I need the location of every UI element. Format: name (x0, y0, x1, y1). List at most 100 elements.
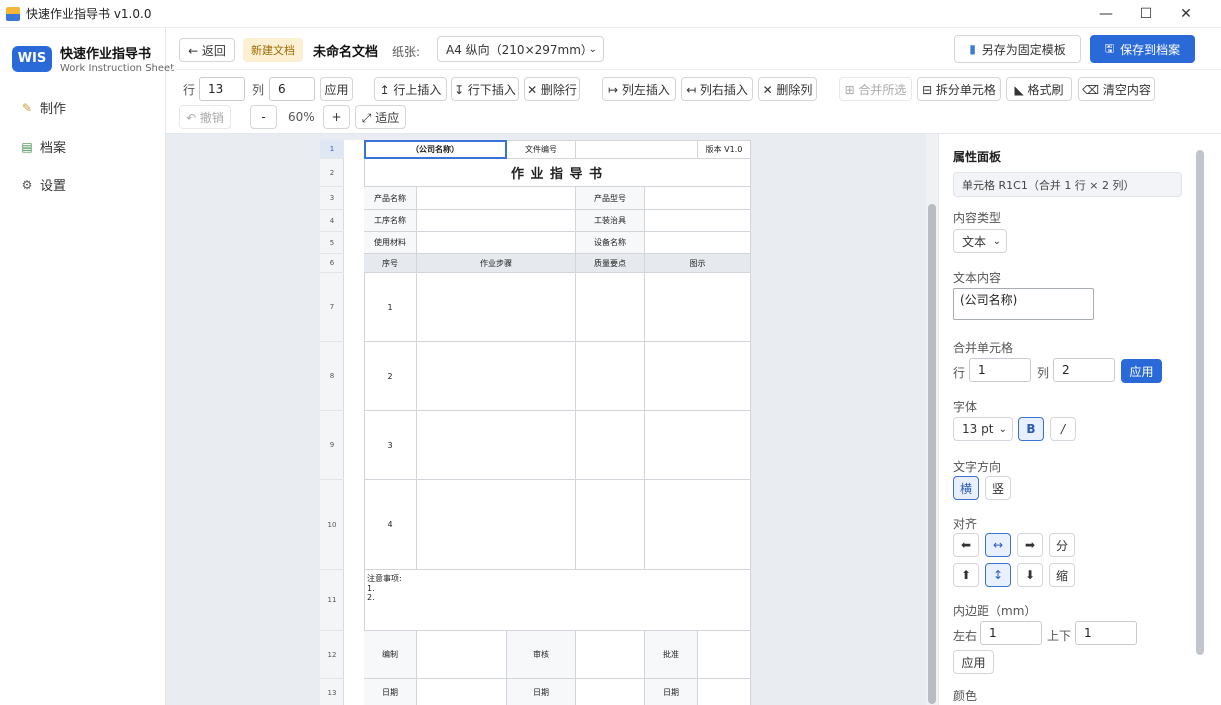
paper-select[interactable]: A4 纵向（210×297mm） ⌄ (437, 36, 604, 62)
format-painter-button[interactable]: ◣ 格式刷 (1006, 77, 1072, 101)
insert-col-right-button[interactable]: ↤ 列右插入 (681, 77, 753, 101)
cell-material-label[interactable]: 使用材料 (364, 232, 417, 254)
delete-col-button[interactable]: ✕ 删除列 (758, 77, 817, 101)
row-number[interactable]: 12 (320, 631, 344, 679)
row-number[interactable]: 3 (320, 187, 344, 210)
cell-step-no[interactable]: 4 (364, 480, 417, 570)
cell-equipment[interactable] (645, 232, 751, 254)
align-center-button[interactable]: ↔ (985, 533, 1011, 557)
sidebar-item-make[interactable]: ✎ 制作 (20, 98, 66, 118)
row-number[interactable]: 8 (320, 342, 344, 411)
row-number[interactable]: 1 (320, 140, 344, 159)
maximize-button[interactable]: ☐ (1126, 0, 1166, 28)
valign-top-button[interactable]: ⬆ (953, 563, 979, 587)
cell-review[interactable] (576, 631, 645, 679)
cell-notes[interactable]: 注意事项: 1. 2. (364, 570, 751, 631)
cell-date[interactable] (698, 679, 751, 705)
cell-fixture-label[interactable]: 工装治具 (576, 210, 645, 232)
cell-product-model[interactable] (645, 187, 751, 210)
cell-quality[interactable] (576, 480, 645, 570)
font-size-select[interactable]: 13 pt ⌄ (953, 417, 1013, 441)
canvas-scrollbar-thumb[interactable] (928, 204, 936, 704)
text-content-input[interactable]: (公司名称) (953, 288, 1094, 320)
insert-row-above-button[interactable]: ↥ 行上插入 (374, 77, 447, 101)
cell-diagram[interactable] (645, 411, 751, 480)
cell-step[interactable] (417, 273, 576, 342)
zoom-in-button[interactable]: + (323, 105, 350, 129)
cell-diagram[interactable] (645, 342, 751, 411)
cell-equipment-label[interactable]: 设备名称 (576, 232, 645, 254)
undo-button[interactable]: ↶ 撤销 (179, 105, 231, 129)
merge-cells-button[interactable]: ⊞ 合并所选 (839, 77, 912, 101)
save-template-button[interactable]: ▮ 另存为固定模板 (954, 35, 1081, 63)
cell-date[interactable] (417, 679, 507, 705)
save-archive-button[interactable]: 🖫 保存到档案 (1090, 35, 1195, 63)
cell-header-step[interactable]: 作业步骤 (417, 254, 576, 273)
row-number[interactable]: 4 (320, 210, 344, 232)
row-number[interactable]: 10 (320, 480, 344, 570)
row-number[interactable]: 11 (320, 570, 344, 631)
cell-header-no[interactable]: 序号 (364, 254, 417, 273)
content-type-select[interactable]: 文本 ⌄ (953, 229, 1007, 253)
cell-product-name[interactable] (417, 187, 576, 210)
cell-approve[interactable] (698, 631, 751, 679)
cell-date[interactable] (576, 679, 645, 705)
row-number[interactable]: 5 (320, 232, 344, 254)
minimize-button[interactable]: — (1086, 0, 1126, 28)
col-count-input[interactable]: 6 (269, 77, 315, 101)
sheet-canvas[interactable]: 1 2 3 4 5 6 7 8 9 10 11 12 13 （公司名称） 文件编… (166, 134, 926, 705)
cell-step-no[interactable]: 3 (364, 411, 417, 480)
cell-quality[interactable] (576, 411, 645, 480)
merge-col-input[interactable]: 2 (1053, 358, 1115, 382)
zoom-out-button[interactable]: - (250, 105, 277, 129)
cell-header-quality[interactable]: 质量要点 (576, 254, 645, 273)
padding-lr-input[interactable]: 1 (980, 621, 1042, 645)
align-distribute-button[interactable]: 分 (1049, 533, 1075, 557)
cell-product-model-label[interactable]: 产品型号 (576, 187, 645, 210)
clear-content-button[interactable]: ⌫ 清空内容 (1078, 77, 1155, 101)
cell-date-label[interactable]: 日期 (507, 679, 576, 705)
back-button[interactable]: ← 返回 (179, 38, 235, 62)
padding-apply-button[interactable]: 应用 (953, 650, 994, 674)
insert-col-left-button[interactable]: ↦ 列左插入 (602, 77, 676, 101)
cell-prepare[interactable] (417, 631, 507, 679)
cell-process-name-label[interactable]: 工序名称 (364, 210, 417, 232)
direction-vertical-button[interactable]: 竖 (985, 476, 1011, 500)
align-right-button[interactable]: ➡ (1017, 533, 1043, 557)
sidebar-item-archive[interactable]: ▤ 档案 (20, 137, 66, 157)
cell-step-no[interactable]: 1 (364, 273, 417, 342)
cell-step[interactable] (417, 342, 576, 411)
row-number[interactable]: 13 (320, 679, 344, 705)
cell-material[interactable] (417, 232, 576, 254)
cell-review-label[interactable]: 审核 (507, 631, 576, 679)
apply-size-button[interactable]: 应用 (320, 77, 353, 101)
cell-step[interactable] (417, 411, 576, 480)
row-number[interactable]: 9 (320, 411, 344, 480)
shrink-to-fit-button[interactable]: 缩 (1049, 563, 1075, 587)
cell-quality[interactable] (576, 273, 645, 342)
cell-sheet-title[interactable]: 作 业 指 导 书 (364, 159, 751, 187)
sidebar-item-settings[interactable]: ⚙ 设置 (20, 175, 66, 195)
align-left-button[interactable]: ⬅ (953, 533, 979, 557)
cell-process-name[interactable] (417, 210, 576, 232)
merge-apply-button[interactable]: 应用 (1121, 359, 1162, 383)
row-number[interactable]: 7 (320, 273, 344, 342)
valign-bottom-button[interactable]: ⬇ (1017, 563, 1043, 587)
cell-prepare-label[interactable]: 编制 (364, 631, 417, 679)
cell-step-no[interactable]: 2 (364, 342, 417, 411)
cell-company[interactable]: （公司名称） (364, 140, 507, 159)
cell-diagram[interactable] (645, 273, 751, 342)
cell-date-label[interactable]: 日期 (364, 679, 417, 705)
cell-approve-label[interactable]: 批准 (645, 631, 698, 679)
row-number[interactable]: 6 (320, 254, 344, 273)
direction-horizontal-button[interactable]: 横 (953, 476, 979, 500)
cell-version[interactable]: 版本 V1.0 (698, 140, 751, 159)
cell-doc-no-label[interactable]: 文件编号 (507, 140, 576, 159)
fit-button[interactable]: ⤢ 适应 (355, 105, 406, 129)
cell-header-diagram[interactable]: 图示 (645, 254, 751, 273)
cell-quality[interactable] (576, 342, 645, 411)
cell-diagram[interactable] (645, 480, 751, 570)
italic-button[interactable]: / (1050, 417, 1076, 441)
panel-scrollbar[interactable] (1196, 150, 1204, 655)
valign-middle-button[interactable]: ↕ (985, 563, 1011, 587)
